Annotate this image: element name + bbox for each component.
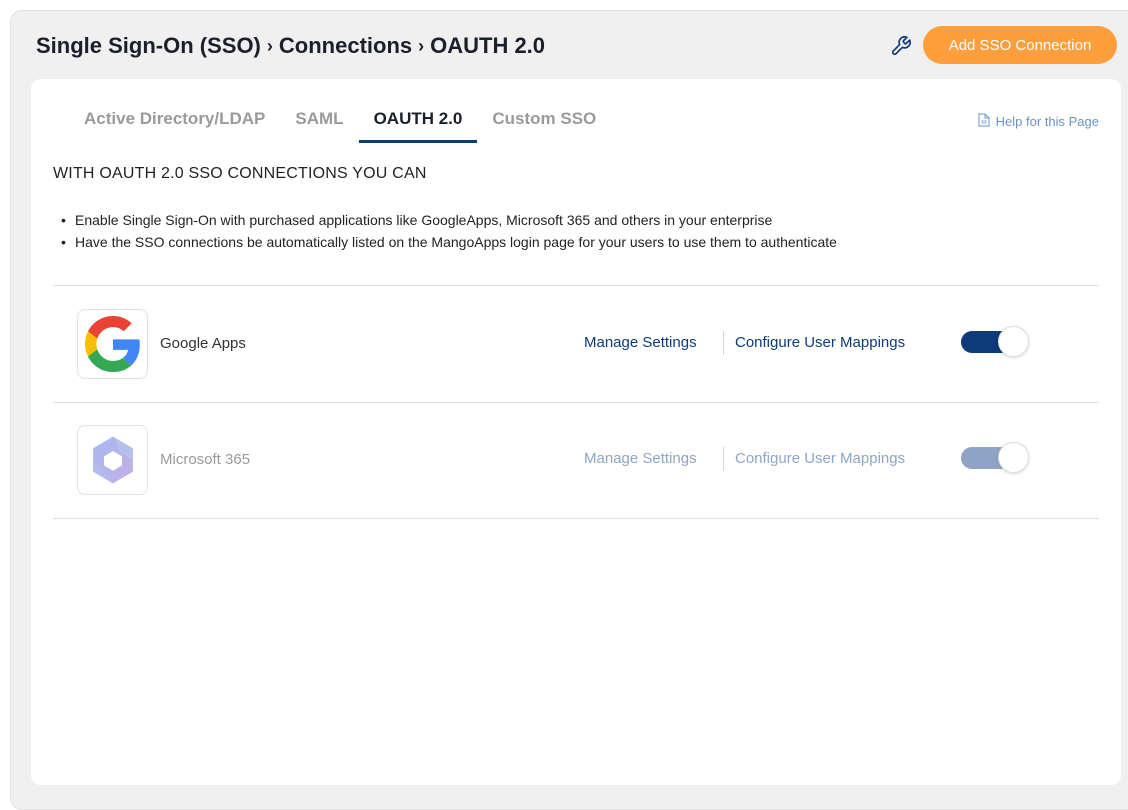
tab-bar: Active Directory/LDAP SAML OAUTH 2.0 Cus… xyxy=(69,109,611,143)
microsoft-365-logo-icon xyxy=(77,425,148,495)
connection-toggle[interactable] xyxy=(961,442,1029,474)
breadcrumb-item-connections[interactable]: Connections xyxy=(279,33,412,58)
list-item: Enable Single Sign-On with purchased app… xyxy=(61,209,837,231)
tab-custom-sso[interactable]: Custom SSO xyxy=(477,109,611,143)
link-separator xyxy=(723,447,724,471)
manage-settings-link[interactable]: Manage Settings xyxy=(584,334,697,351)
link-separator xyxy=(723,331,724,355)
connection-name: Microsoft 365 xyxy=(160,451,251,468)
configure-user-mappings-link[interactable]: Configure User Mappings xyxy=(735,334,905,351)
feature-list: Enable Single Sign-On with purchased app… xyxy=(61,209,837,253)
content-card: Active Directory/LDAP SAML OAUTH 2.0 Cus… xyxy=(31,79,1121,785)
manage-settings-link[interactable]: Manage Settings xyxy=(584,450,697,467)
page-container: Single Sign-On (SSO) › Connections › OAUTH 2… xyxy=(10,10,1128,810)
configure-user-mappings-link[interactable]: Configure User Mappings xyxy=(735,450,905,467)
google-logo-icon xyxy=(77,309,148,379)
tab-saml[interactable]: SAML xyxy=(280,109,358,143)
toggle-knob xyxy=(998,442,1029,473)
help-link-label: Help for this Page xyxy=(995,114,1099,129)
list-item: Have the SSO connections be automaticall… xyxy=(61,231,837,253)
breadcrumb-item-sso[interactable]: Single Sign-On (SSO) xyxy=(36,33,261,58)
connection-row-google-apps: Google Apps Manage Settings Configure Us… xyxy=(53,286,1099,402)
add-sso-connection-button[interactable]: Add SSO Connection xyxy=(923,26,1117,64)
connection-row-microsoft-365: Microsoft 365 Manage Settings Configure … xyxy=(53,402,1099,518)
help-link[interactable]: Help for this Page xyxy=(978,113,1099,130)
page-header: Single Sign-On (SSO) › Connections › OAUTH 2… xyxy=(11,11,1128,81)
tab-oauth[interactable]: OAUTH 2.0 xyxy=(358,109,478,143)
breadcrumb-separator: › xyxy=(418,36,425,56)
breadcrumb-separator: › xyxy=(266,36,273,56)
connection-name: Google Apps xyxy=(160,335,246,352)
wrench-icon[interactable] xyxy=(890,35,912,57)
connection-toggle[interactable] xyxy=(961,326,1029,358)
toggle-knob xyxy=(998,326,1029,357)
breadcrumb: Single Sign-On (SSO) › Connections › OAUTH 2… xyxy=(36,33,545,59)
divider xyxy=(53,518,1099,519)
section-title: WITH OAUTH 2.0 SSO CONNECTIONS YOU CAN xyxy=(53,165,427,182)
tab-active-directory-ldap[interactable]: Active Directory/LDAP xyxy=(69,109,280,143)
document-icon xyxy=(978,113,990,130)
breadcrumb-item-current: OAUTH 2.0 xyxy=(430,33,546,58)
